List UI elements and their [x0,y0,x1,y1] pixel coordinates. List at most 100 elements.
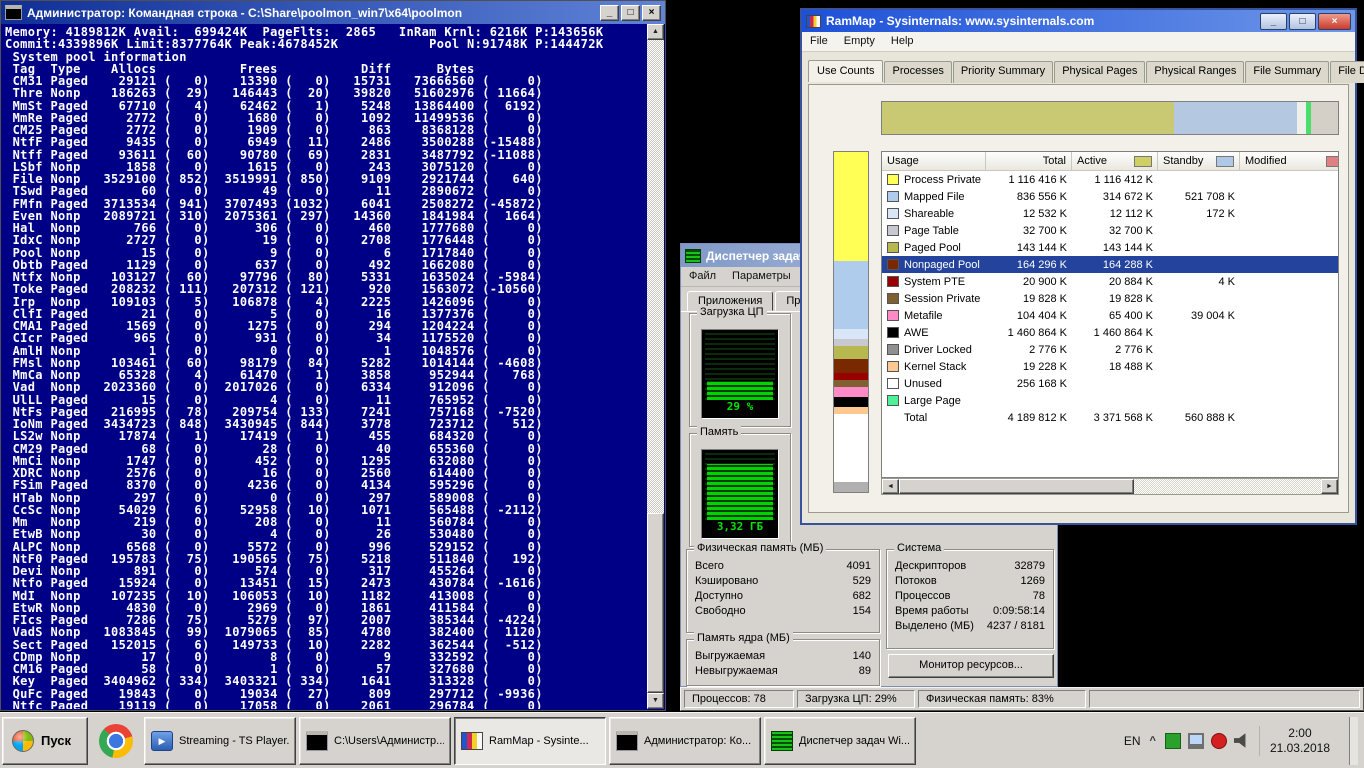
usage-name: Total [904,412,927,424]
taskbar-button-console[interactable]: C:\Users\Администр... [299,717,451,765]
column-label: Total [1043,155,1066,167]
close-button[interactable]: × [1318,13,1351,30]
taskbar-button-taskman[interactable]: Диспетчер задач Wi... [764,717,916,765]
column-header-active[interactable]: Active [1072,152,1158,171]
rammap-tab[interactable]: Physical Ranges [1146,61,1244,83]
usage-color-swatch [887,259,899,270]
console-viewport[interactable]: Memory: 4189812K Avail: 699424K PageFlts… [2,24,647,709]
usage-row[interactable]: Nonpaged Pool164 296 K164 288 K [882,256,1338,273]
rammap-tab[interactable]: File Details [1330,61,1364,83]
chrome-launcher-button[interactable] [92,717,140,765]
column-header-standby[interactable]: Standby [1158,152,1240,171]
scroll-left-icon[interactable]: ◄ [882,479,899,494]
minimize-button[interactable]: _ [1260,13,1287,30]
kernel-memory-group: Память ядра (МБ) Выгружаемая140Невыгружа… [686,639,880,686]
usage-row[interactable]: Page Table32 700 K32 700 K [882,222,1338,239]
usage-row[interactable]: System PTE20 900 K20 884 K4 K [882,273,1338,290]
scroll-down-icon[interactable]: ▼ [647,693,664,709]
language-indicator[interactable]: EN [1124,734,1141,748]
system-row: Дескрипторов32879 [887,559,1053,574]
poolmon-output: Memory: 4189812K Avail: 699424K PageFlts… [2,24,647,709]
usage-name-cell: Mapped File [882,191,986,203]
minimize-button[interactable]: _ [600,5,619,21]
usage-color-swatch [887,276,899,287]
scrollbar-track[interactable] [647,40,664,693]
usage-row[interactable]: Kernel Stack19 228 K18 488 K [882,358,1338,375]
usage-value-cell: 836 556 K [986,191,1072,203]
usage-row[interactable]: Total4 189 812 K3 371 568 K560 888 K [882,409,1338,426]
rammap-menu-item[interactable]: Help [883,32,922,51]
usage-row[interactable]: Large Page [882,392,1338,409]
rammap-tab[interactable]: Priority Summary [953,61,1053,83]
chevron-up-icon[interactable]: ^ [1150,735,1156,747]
scrollbar-thumb[interactable] [647,513,664,693]
memory-bar-segment [834,373,868,380]
app-green-icon[interactable] [1165,733,1181,749]
usage-name-cell: Page Table [882,225,986,237]
rammap-menu-item[interactable]: Empty [836,32,883,51]
start-button[interactable]: Пуск [2,717,88,765]
memory-bar-segment [1311,102,1338,134]
usage-row[interactable]: Session Private19 828 K19 828 K [882,290,1338,307]
column-header-usage[interactable]: Usage [882,152,986,171]
close-button[interactable]: × [642,5,661,21]
taskbar-button-console[interactable]: Администратор: Ко... [609,717,761,765]
usage-color-swatch [887,378,899,389]
red-status-icon[interactable] [1211,733,1227,749]
maximize-button[interactable]: □ [621,5,640,21]
usage-color-swatch [887,310,899,321]
usage-table-horizontal-scrollbar[interactable]: ◄ ► [881,478,1339,495]
usage-row[interactable]: Driver Locked2 776 K2 776 K [882,341,1338,358]
column-header-modified[interactable]: Modified [1240,152,1339,171]
scrollbar-thumb[interactable] [899,479,1134,494]
usage-value-cell: 2 776 K [1072,344,1158,356]
volume-icon[interactable] [1234,733,1250,749]
clock[interactable]: 2:00 21.03.2018 [1259,726,1340,756]
rammap-menu-item[interactable]: File [802,32,836,51]
usage-name: Paged Pool [904,242,961,254]
usage-row[interactable]: Metafile104 404 K65 400 K39 004 K [882,307,1338,324]
taskbar-button-rammap[interactable]: RamMap - Sysinte... [454,717,606,765]
usage-value-cell: 32 700 K [1072,225,1158,237]
taskbar-button-tsplayer[interactable]: ▶Streaming - TS Player... [144,717,296,765]
rammap-titlebar[interactable]: RamMap - Sysinternals: www.sysinternals.… [802,10,1355,32]
rammap-tab[interactable]: Physical Pages [1054,61,1145,83]
usage-color-swatch [887,327,899,338]
usage-value-cell: 18 488 K [1072,361,1158,373]
usage-value-cell: 172 K [1158,208,1240,220]
usage-row[interactable]: Process Private1 116 416 K1 116 412 K [882,171,1338,188]
kernel-mem-label: Невыгружаемая [695,664,778,679]
display-icon[interactable] [1188,733,1204,749]
cpu-gauge: 29 % [701,329,779,419]
rammap-tab[interactable]: Use Counts [808,60,883,82]
taskman-status-panel: Процессов: 78 [684,690,794,708]
maximize-button[interactable]: □ [1289,13,1316,30]
usage-row[interactable]: Unused256 168 K [882,375,1338,392]
usage-name: Mapped File [904,191,965,203]
usage-row[interactable]: Mapped File836 556 K314 672 K521 708 K [882,188,1338,205]
system-row: Потоков1269 [887,574,1053,589]
taskman-menu-item[interactable]: Параметры [724,267,799,286]
usage-name: Page Table [904,225,959,237]
resource-monitor-button[interactable]: Монитор ресурсов... [888,654,1054,678]
usage-row[interactable]: AWE1 460 864 K1 460 864 K [882,324,1338,341]
taskbar-button-label: Streaming - TS Player... [179,735,289,747]
rammap-tab[interactable]: File Summary [1245,61,1329,83]
rammap-tab[interactable]: Processes [884,61,951,83]
taskman-menu-item[interactable]: Файл [681,267,724,286]
scroll-right-icon[interactable]: ► [1321,479,1338,494]
usage-name: Driver Locked [904,344,972,356]
scroll-up-icon[interactable]: ▲ [647,24,664,40]
usage-table-header: Usage Total ActiveStandbyModified [882,152,1338,171]
usage-name-cell: Large Page [882,395,986,407]
console-titlebar[interactable]: Администратор: Командная строка - C:\Sha… [1,1,665,24]
usage-row[interactable]: Shareable12 532 K12 112 K172 K [882,205,1338,222]
console-vertical-scrollbar[interactable]: ▲ ▼ [647,24,664,709]
show-desktop-button[interactable] [1349,717,1358,765]
rammap-tabstrip: Use CountsProcessesPriority SummaryPhysi… [802,52,1355,82]
system-value: 1269 [1021,574,1045,589]
physical-memory-bar [881,101,1339,135]
usage-table: Usage Total ActiveStandbyModified Process … [881,151,1339,478]
column-header-total[interactable]: Total [986,152,1072,171]
usage-row[interactable]: Paged Pool143 144 K143 144 K [882,239,1338,256]
